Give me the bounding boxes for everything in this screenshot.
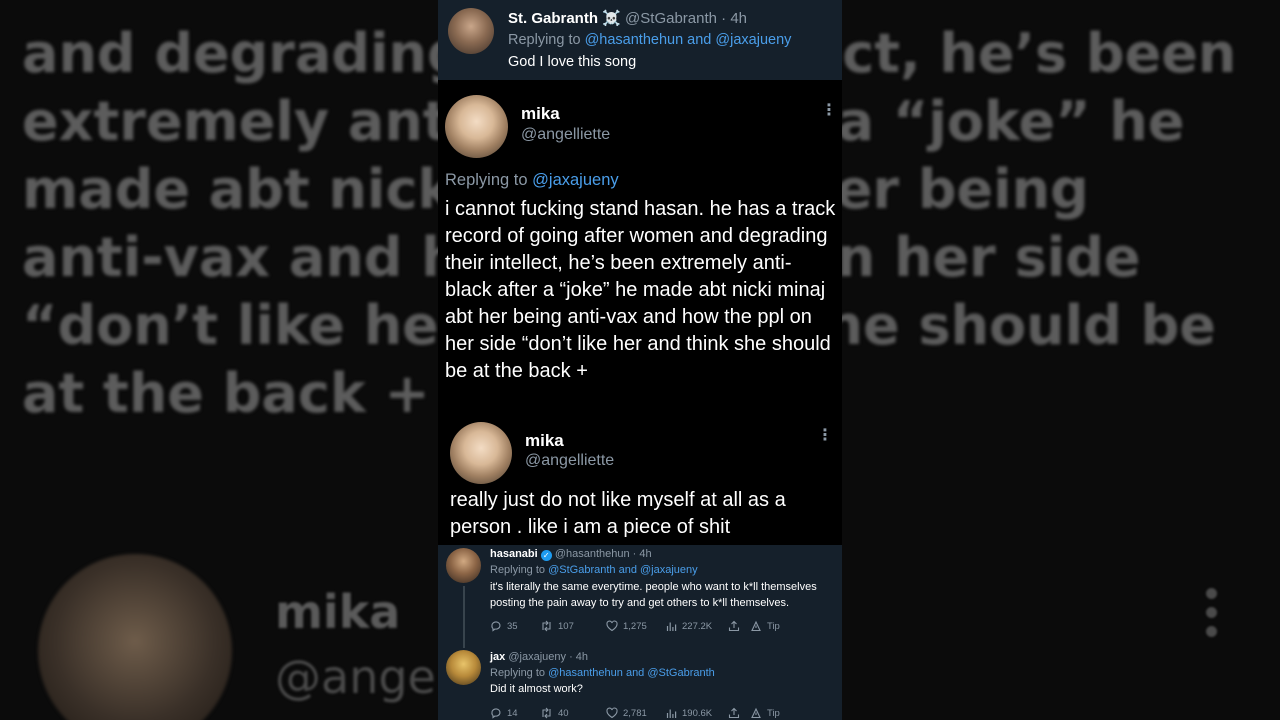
share-icon (728, 707, 740, 719)
timestamp[interactable]: · 4h (633, 548, 652, 560)
display-name[interactable]: jax (490, 651, 505, 663)
like-count: 1,275 (623, 620, 647, 632)
tip-button[interactable]: Tip (750, 620, 780, 632)
like-button[interactable]: 2,781 (606, 707, 666, 719)
reply-count: 14 (507, 707, 518, 719)
timestamp[interactable]: · 4h (569, 651, 588, 663)
replying-to: Replying to @jaxajueny (445, 171, 619, 190)
more-options-icon[interactable]: ⋮ (821, 103, 837, 119)
tweet-actions: 35 107 1,275 227.2K Tip (490, 620, 780, 632)
background-name: mika (275, 585, 401, 639)
display-name[interactable]: mika (521, 104, 560, 124)
tweet-actions: 14 40 2,781 190.6K Tip (490, 707, 780, 719)
reply-icon (491, 708, 501, 719)
avatar[interactable] (446, 548, 481, 583)
background-more-icon (1206, 588, 1220, 637)
replying-prefix: Replying to (508, 32, 581, 48)
display-name[interactable]: St. Gabranth (508, 10, 598, 27)
tweet-text: God I love this song (508, 54, 637, 70)
tweet-jax[interactable]: jax @jaxajueny · 4h Replying to @hasanth… (438, 648, 842, 720)
more-options-icon[interactable]: ⋮ (817, 428, 833, 444)
like-button[interactable]: 1,275 (606, 620, 666, 632)
tip-label: Tip (767, 707, 780, 719)
retweet-icon (542, 707, 551, 719)
heart-icon (606, 620, 618, 632)
tweet-stgabranth[interactable]: St. Gabranth ☠️ @StGabranth · 4h Replyin… (438, 0, 842, 80)
verified-badge-icon: ✓ (540, 550, 552, 561)
view-count: 227.2K (682, 620, 713, 632)
replying-to: Replying to @StGabranth and @jaxajueny (490, 564, 698, 576)
handle[interactable]: @jaxajueny (508, 651, 566, 663)
replying-to-link[interactable]: @StGabranth and @jaxajueny (548, 564, 698, 576)
tip-icon (751, 620, 761, 632)
avatar[interactable] (450, 422, 512, 484)
like-count: 2,781 (623, 707, 647, 719)
views-button[interactable]: 227.2K (666, 621, 728, 632)
handle[interactable]: @StGabranth (625, 10, 717, 27)
tweet-column: St. Gabranth ☠️ @StGabranth · 4h Replyin… (438, 0, 842, 720)
thread-line (463, 586, 465, 652)
tweet-mika-1[interactable]: mika @angelliette ⋮ Replying to @jaxajue… (438, 80, 842, 420)
skull-emoji-icon: ☠️ (602, 10, 621, 27)
view-count: 190.6K (682, 707, 713, 719)
tweet-header: hasanabi ✓ @hasanthehun · 4h (490, 548, 652, 561)
analytics-icon (666, 622, 677, 631)
reply-button[interactable]: 35 (490, 620, 540, 632)
retweet-count: 40 (558, 707, 569, 719)
share-button[interactable] (728, 707, 750, 719)
tweet-hasanabi[interactable]: hasanabi ✓ @hasanthehun · 4h Replying to… (438, 545, 842, 652)
retweet-button[interactable]: 107 (540, 620, 606, 632)
tip-label: Tip (767, 620, 780, 632)
heart-icon (606, 707, 618, 719)
avatar[interactable] (446, 650, 481, 685)
tweet-text: Did it almost work? (490, 683, 583, 695)
tweet-mika-2[interactable]: mika @angelliette ⋮ really just do not l… (438, 420, 842, 545)
avatar[interactable] (448, 8, 494, 54)
replying-to-link[interactable]: @hasanthehun and @jaxajueny (585, 32, 792, 48)
reply-icon (491, 621, 501, 632)
background-avatar (38, 554, 232, 720)
handle[interactable]: @hasanthehun (555, 548, 630, 560)
tweet-text: it's literally the same everytime. peopl… (490, 581, 817, 609)
display-name[interactable]: hasanabi (490, 548, 538, 560)
retweet-icon (542, 620, 551, 632)
tweet-text: really just do not like myself at all as… (450, 489, 786, 538)
replying-prefix: Replying to (490, 667, 546, 679)
reply-button[interactable]: 14 (490, 707, 540, 719)
replying-prefix: Replying to (445, 171, 528, 189)
display-name[interactable]: mika (525, 431, 564, 451)
replying-to-link[interactable]: @jaxajueny (532, 171, 618, 189)
replying-to: Replying to @hasanthehun and @jaxajueny (508, 32, 791, 48)
avatar[interactable] (445, 95, 508, 158)
tweet-header: jax @jaxajueny · 4h (490, 651, 588, 663)
share-icon (728, 620, 740, 632)
tip-button[interactable]: Tip (750, 707, 780, 719)
analytics-icon (666, 709, 677, 718)
timestamp[interactable]: · 4h (721, 10, 747, 27)
views-button[interactable]: 190.6K (666, 708, 728, 719)
retweet-button[interactable]: 40 (540, 707, 606, 719)
reply-count: 35 (507, 620, 518, 632)
replying-prefix: Replying to (490, 564, 546, 576)
handle[interactable]: @angelliette (521, 126, 610, 144)
replying-to: Replying to @hasanthehun and @StGabranth (490, 667, 715, 679)
handle[interactable]: @angelliette (525, 452, 614, 470)
tweet-text: i cannot fucking stand hasan. he has a t… (445, 198, 836, 382)
share-button[interactable] (728, 620, 750, 632)
tip-icon (751, 707, 761, 719)
retweet-count: 107 (558, 620, 574, 632)
replying-to-link[interactable]: @hasanthehun and @StGabranth (548, 667, 715, 679)
tweet-header: St. Gabranth ☠️ @StGabranth · 4h (508, 9, 747, 27)
